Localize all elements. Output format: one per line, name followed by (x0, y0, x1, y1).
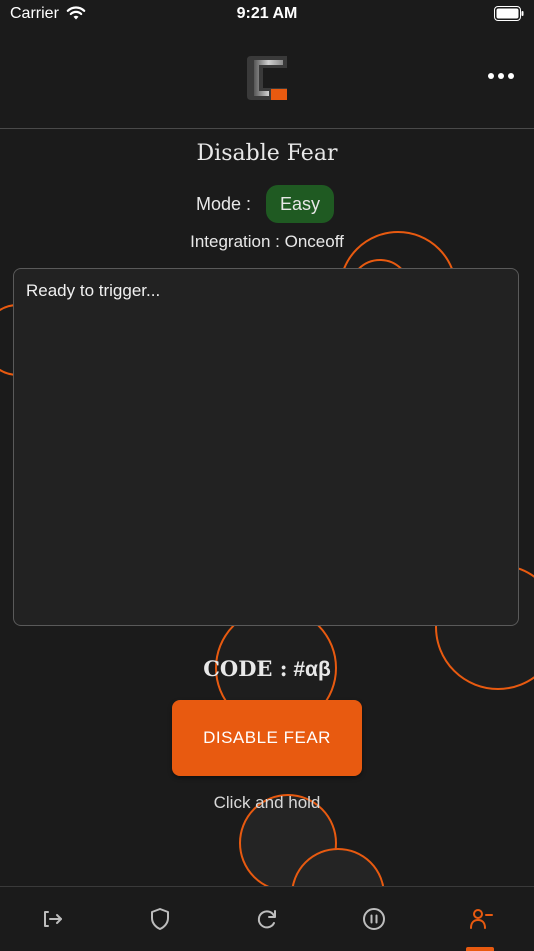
code-value: #αβ (293, 658, 331, 681)
code-label: CODE : (203, 656, 288, 681)
disable-fear-button[interactable]: DISABLE FEAR (172, 700, 362, 776)
refresh-icon (257, 910, 276, 929)
battery-icon (494, 6, 524, 21)
app-logo-icon (247, 56, 287, 100)
user-minus-icon (469, 909, 493, 929)
tab-user-minus[interactable] (427, 887, 534, 951)
mode-label: Mode : (196, 194, 252, 214)
tab-shield[interactable] (107, 887, 214, 951)
status-time: 9:21 AM (236, 5, 298, 22)
mode-badge: Easy (266, 185, 334, 223)
tab-pause[interactable] (320, 887, 427, 951)
shield-icon (151, 908, 170, 930)
bottom-tab-bar (0, 886, 534, 951)
log-text: Ready to trigger... (26, 281, 161, 300)
integration-label: Integration : Onceoff (190, 232, 344, 251)
hold-hint: Click and hold (213, 793, 321, 812)
code-display: CODE : #αβ (0, 656, 534, 682)
pause-icon (362, 908, 385, 930)
more-horizontal-icon[interactable] (486, 66, 516, 86)
tab-refresh[interactable] (214, 887, 321, 951)
log-output-box: Ready to trigger... (13, 268, 519, 626)
app-header (0, 28, 534, 129)
active-tab-indicator (466, 947, 494, 951)
tab-logout[interactable] (0, 887, 107, 951)
status-bar: Carrier 9:21 AM (0, 0, 534, 28)
page-title: Disable Fear (196, 141, 338, 166)
logout-icon (44, 911, 63, 927)
